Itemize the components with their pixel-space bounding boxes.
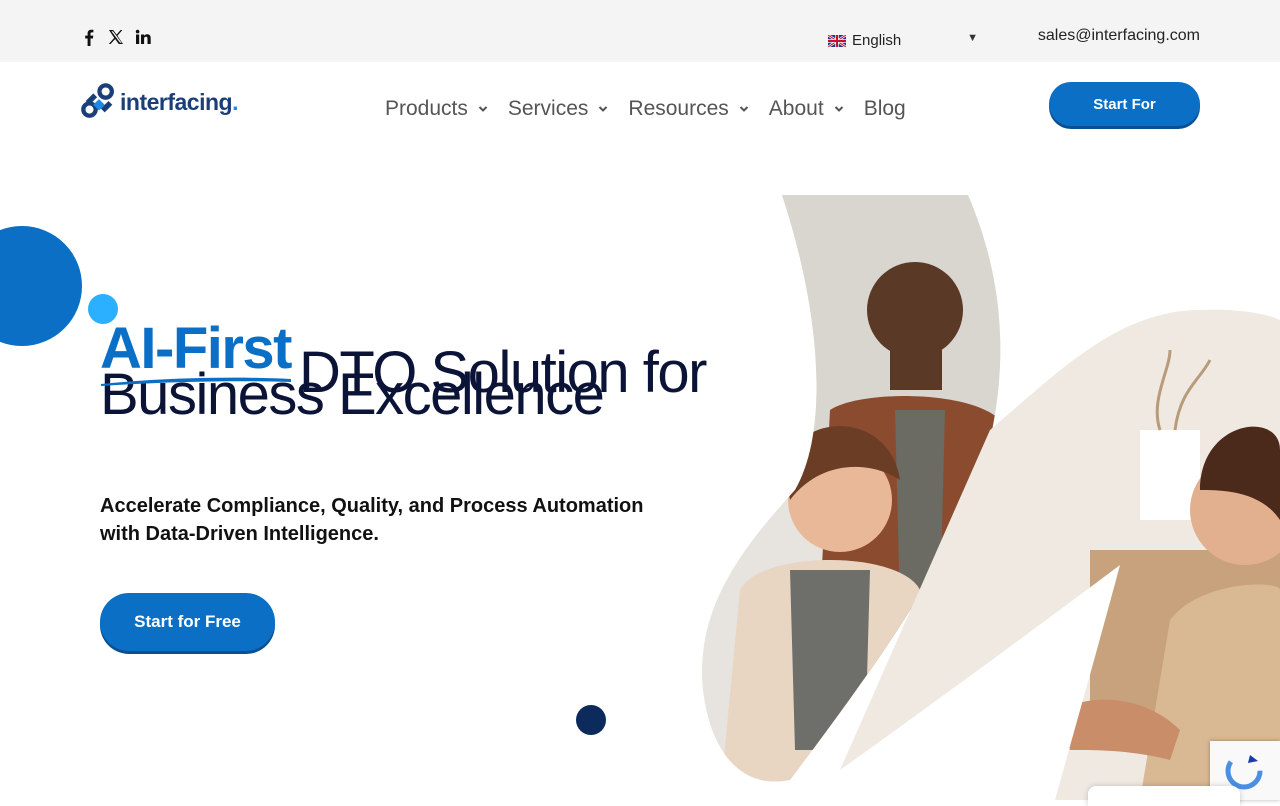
nav-item-services[interactable]: Services	[508, 96, 609, 122]
chat-widget[interactable]	[1088, 786, 1240, 806]
chevron-down-icon	[478, 106, 488, 112]
nav-item-label: Resources	[628, 97, 729, 120]
headline-accent: AI-First	[100, 316, 293, 381]
chevron-down-icon	[834, 106, 843, 112]
uk-flag-icon	[827, 34, 847, 48]
decorative-circle-large	[0, 226, 82, 346]
nav-item-label: Products	[385, 97, 468, 120]
language-label: English	[852, 31, 902, 49]
nav-item-label: About	[768, 97, 824, 120]
brush-underline-icon	[101, 377, 291, 386]
logo-text: interfacing	[120, 88, 233, 115]
language-selector[interactable]: English ▼	[827, 30, 980, 50]
x-twitter-icon[interactable]	[107, 28, 124, 46]
start-for-free-button[interactable]: Start for Free	[100, 593, 275, 651]
interfacing-logo-icon	[81, 83, 114, 118]
dropdown-caret-icon: ▼	[967, 32, 978, 44]
chevron-down-icon	[599, 106, 608, 112]
nav-item-blog[interactable]: Blog	[864, 96, 906, 122]
sales-email-link[interactable]: sales@interfacing.com	[1038, 27, 1200, 45]
nav-item-resources[interactable]: Resources	[628, 96, 749, 122]
social-links	[80, 28, 151, 46]
nav-item-label: Blog	[863, 97, 906, 120]
nav-item-label: Services	[507, 97, 589, 120]
facebook-icon[interactable]	[80, 28, 97, 46]
hero-team-photo	[702, 195, 1280, 800]
nav-item-about[interactable]: About	[769, 96, 844, 122]
main-nav: Products Services Resources About Blog	[385, 96, 926, 122]
hero-subheadline: Accelerate Compliance, Quality, and Proc…	[100, 495, 644, 545]
nav-item-products[interactable]: Products	[385, 96, 488, 122]
linkedin-icon[interactable]	[134, 28, 151, 46]
headline-rest: DTO Solution for	[299, 340, 707, 405]
decorative-circle-navy	[576, 705, 606, 735]
site-logo[interactable]: interfacing.	[80, 82, 238, 120]
start-for-free-header-button[interactable]: Start For	[1049, 82, 1200, 126]
logo-dot: .	[232, 88, 238, 115]
chevron-down-icon	[739, 106, 749, 112]
hero-headline: AI-First DTO Solution for Business Excel…	[100, 318, 740, 426]
top-utility-bar: English ▼ sales@interfacing.com	[0, 0, 1280, 62]
